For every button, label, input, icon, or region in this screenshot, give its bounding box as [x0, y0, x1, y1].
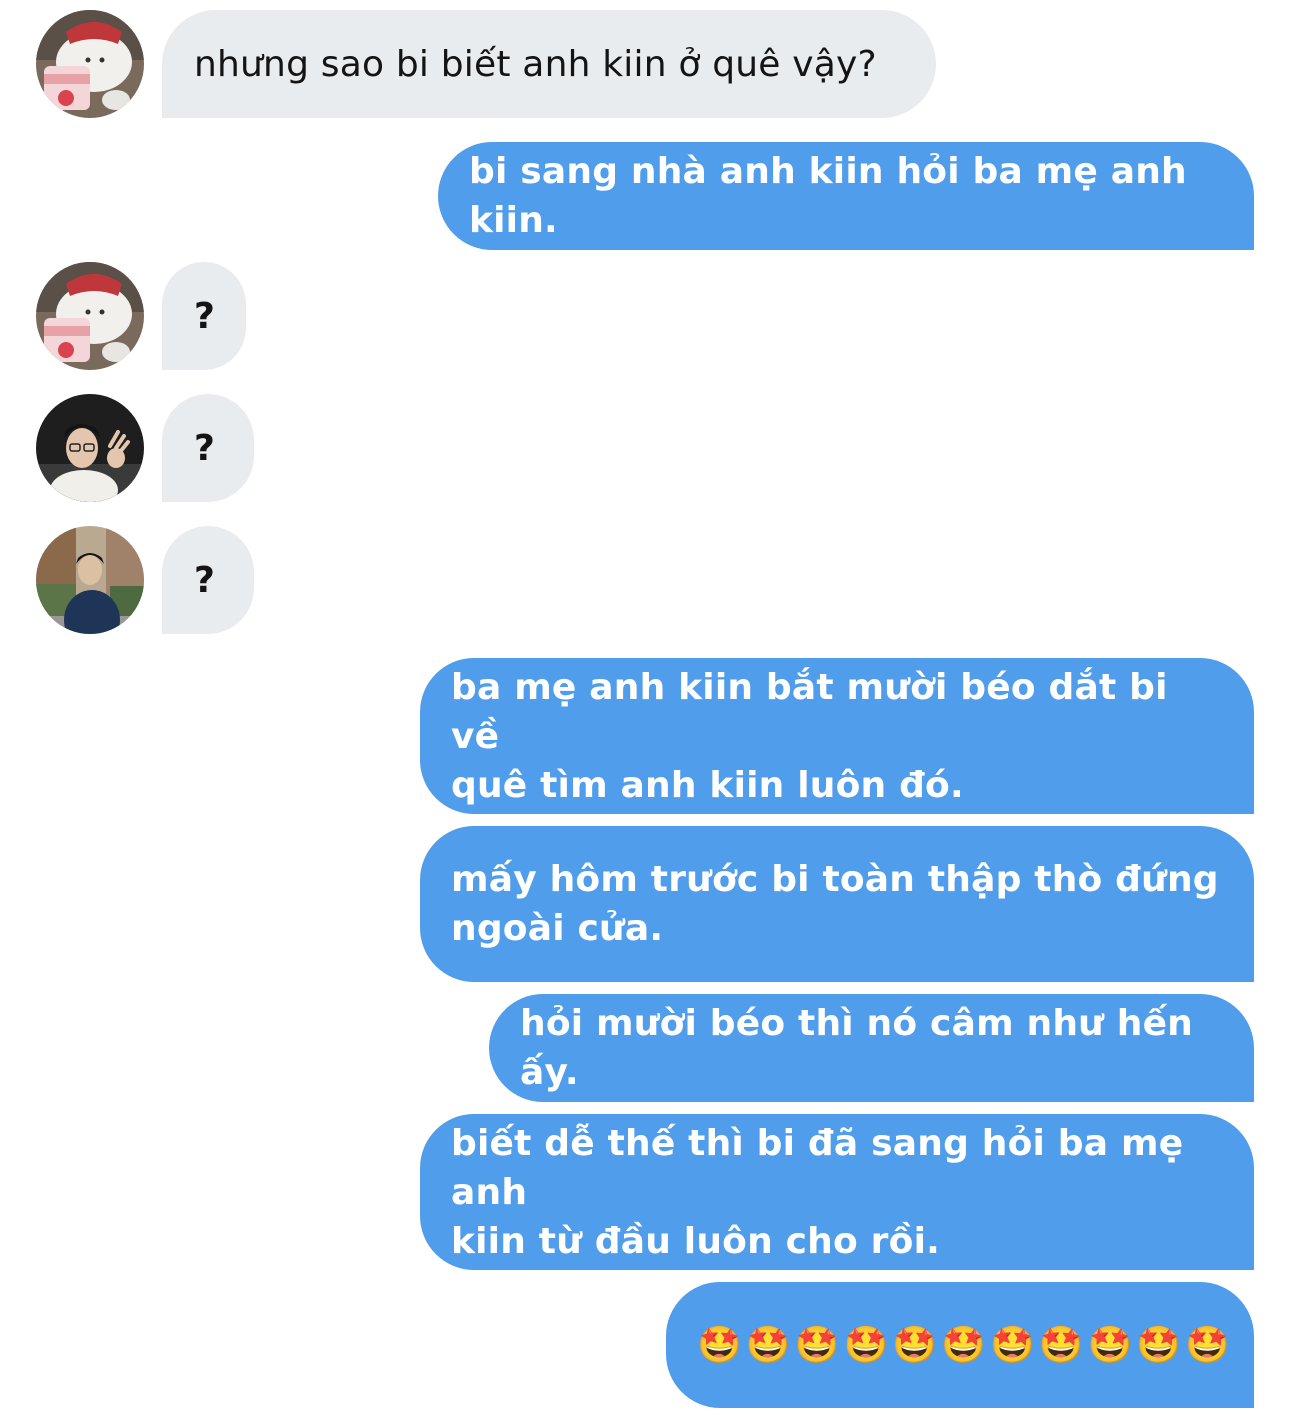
message-line: ngoài cửa.	[451, 908, 664, 949]
star-struck-emoji-row: 🤩🤩🤩🤩🤩🤩🤩🤩🤩🤩🤩	[697, 1324, 1235, 1366]
message-bubble-outgoing[interactable]: mấy hôm trước bi toàn thập thò đứng ngoà…	[420, 826, 1254, 982]
glasses-man-avatar[interactable]	[36, 394, 144, 502]
message-text: hỏi mười béo thì nó câm như hến ấy.	[520, 1003, 1194, 1093]
message-bubble-outgoing[interactable]: ba mẹ anh kiin bắt mười béo dắt bi về qu…	[420, 658, 1254, 814]
message-line: kiin từ đầu luôn cho rồi.	[451, 1220, 940, 1262]
message-text: ?	[194, 295, 216, 337]
message-text: ?	[194, 427, 216, 469]
message-bubble-incoming[interactable]: nhưng sao bi biết anh kiin ở quê vậy?	[162, 10, 936, 118]
message-line: biết dễ thế thì bi đã sang hỏi ba mẹ anh	[451, 1122, 1184, 1213]
message-bubble-incoming[interactable]: ?	[162, 394, 254, 502]
message-text: nhưng sao bi biết anh kiin ở quê vậy?	[194, 43, 877, 85]
message-bubble-outgoing[interactable]: bi sang nhà anh kiin hỏi ba mẹ anh kiin.	[438, 142, 1254, 250]
street-man-avatar[interactable]	[36, 526, 144, 634]
message-text: mấy hôm trước bi toàn thập thò đứng ngoà…	[451, 855, 1219, 953]
bear-sticker-avatar[interactable]	[36, 10, 144, 118]
message-bubble-incoming[interactable]: ?	[162, 526, 254, 634]
message-text: biết dễ thế thì bi đã sang hỏi ba mẹ anh…	[451, 1119, 1223, 1266]
message-line: quê tìm anh kiin luôn đó.	[451, 764, 964, 806]
message-line: ba mẹ anh kiin bắt mười béo dắt bi về	[451, 666, 1168, 757]
message-bubble-outgoing[interactable]: 🤩🤩🤩🤩🤩🤩🤩🤩🤩🤩🤩	[666, 1282, 1254, 1408]
message-bubble-incoming[interactable]: ?	[162, 262, 246, 370]
message-line: mấy hôm trước bi toàn thập thò đứng	[451, 859, 1219, 900]
bear-sticker-avatar[interactable]	[36, 262, 144, 370]
message-text: bi sang nhà anh kiin hỏi ba mẹ anh kiin.	[469, 151, 1187, 241]
message-text: ?	[194, 559, 216, 601]
message-bubble-outgoing[interactable]: biết dễ thế thì bi đã sang hỏi ba mẹ anh…	[420, 1114, 1254, 1270]
message-text: ba mẹ anh kiin bắt mười béo dắt bi về qu…	[451, 663, 1223, 810]
message-bubble-outgoing[interactable]: hỏi mười béo thì nó câm như hến ấy.	[489, 994, 1254, 1102]
